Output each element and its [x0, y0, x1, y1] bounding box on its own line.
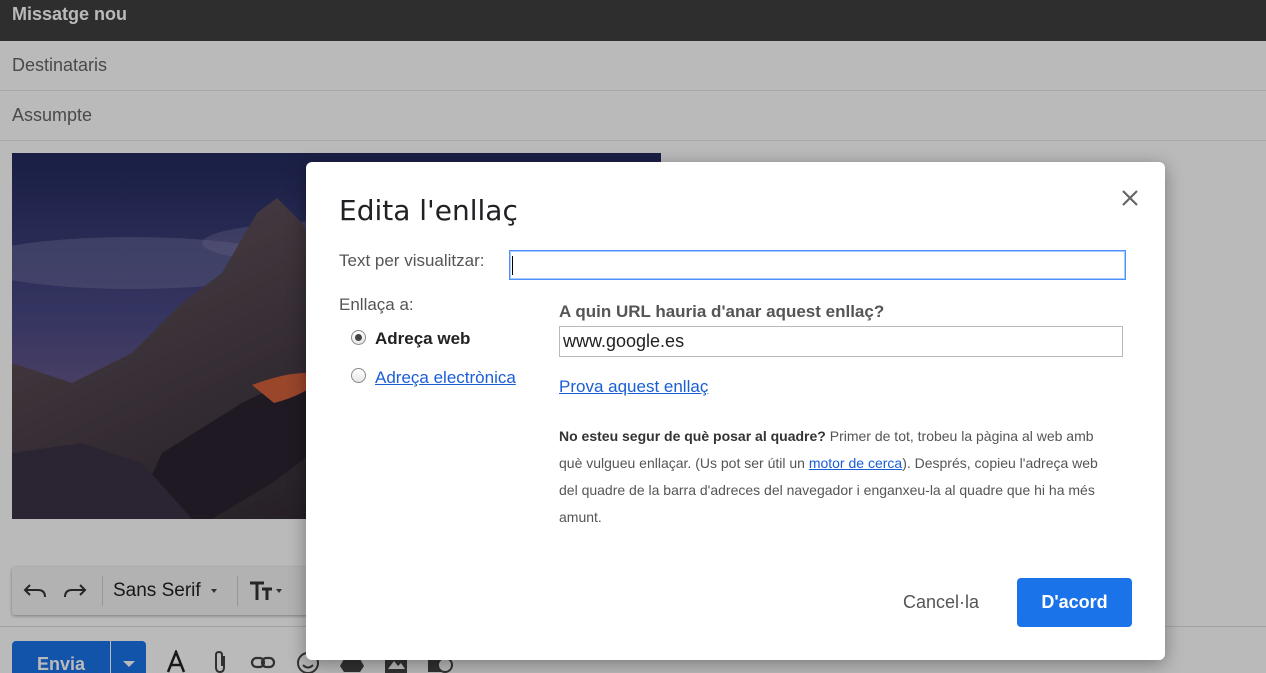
url-question-label: A quin URL hauria d'anar aquest enllaç? — [559, 302, 885, 321]
radio-email-address[interactable] — [351, 368, 366, 383]
test-link[interactable]: Prova aquest enllaç — [559, 377, 708, 397]
cancel-button[interactable]: Cancel·la — [886, 578, 996, 627]
search-engine-link[interactable]: motor de cerca — [809, 455, 902, 471]
close-icon[interactable] — [1118, 186, 1142, 210]
radio-web-address[interactable] — [351, 330, 366, 345]
email-address-option-link[interactable]: Adreça electrònica — [375, 368, 516, 388]
text-caret — [512, 256, 513, 275]
url-input[interactable] — [559, 326, 1123, 357]
help-text: No esteu segur de què posar al quadre? P… — [559, 423, 1119, 531]
display-text-input[interactable] — [509, 250, 1126, 280]
display-text-label: Text per visualitzar: — [339, 251, 485, 270]
ok-button[interactable]: D'acord — [1017, 578, 1132, 627]
web-address-option-label[interactable]: Adreça web — [375, 329, 470, 349]
dialog-title: Edita l'enllaç — [339, 194, 518, 227]
link-to-label: Enllaça a: — [339, 295, 414, 314]
help-text-intro: No esteu segur de què posar al quadre? — [559, 428, 826, 444]
edit-link-dialog: Edita l'enllaç Text per visualitzar: Enl… — [306, 162, 1165, 660]
